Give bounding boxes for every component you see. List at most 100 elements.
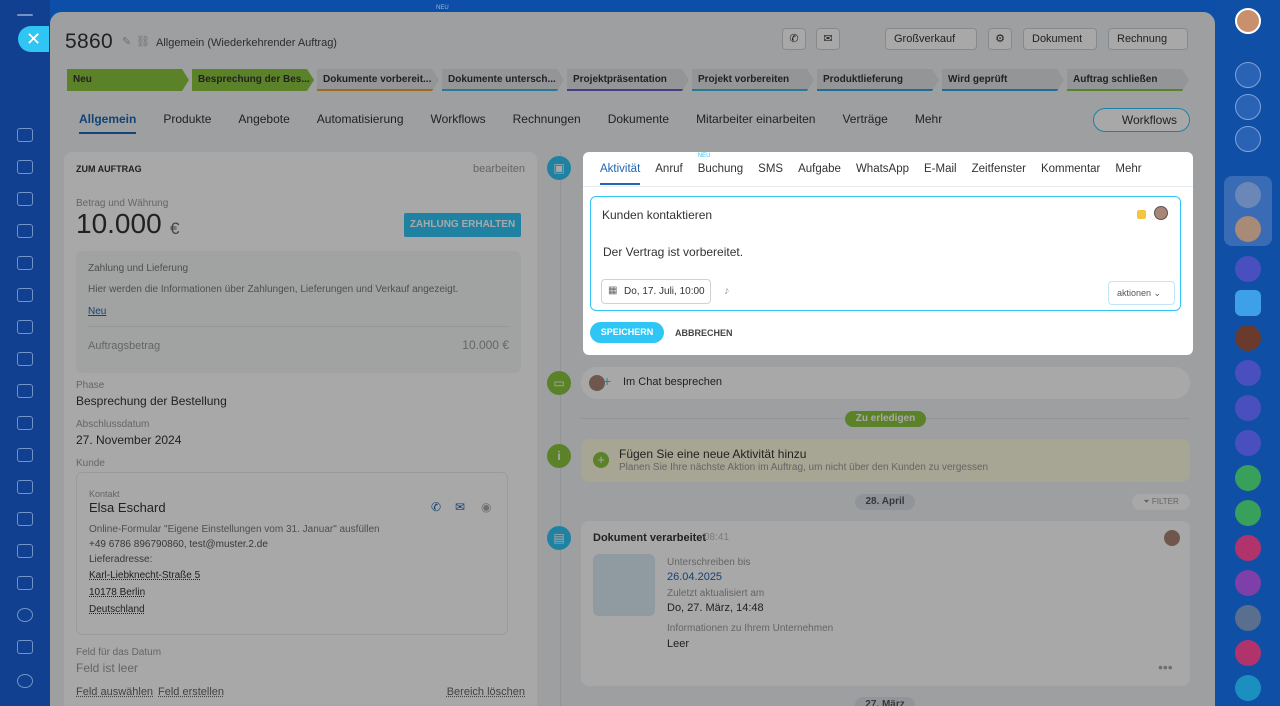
tab-workflows[interactable]: Workflows xyxy=(431,112,486,134)
sidebar-icon-4[interactable] xyxy=(17,224,33,238)
cancel-button[interactable]: ABBRECHEN xyxy=(675,328,733,338)
payment-new-link[interactable]: Neu xyxy=(88,306,106,317)
etab-zeitfenster[interactable]: Zeitfenster xyxy=(972,163,1026,185)
chat-avatar-7[interactable] xyxy=(1235,395,1261,421)
sidebar-icon-11[interactable] xyxy=(17,448,33,462)
responsible-avatar[interactable] xyxy=(1154,206,1168,220)
chat-avatar-3[interactable] xyxy=(1235,256,1261,282)
save-button[interactable]: SPEICHERN xyxy=(590,322,664,343)
sidebar-icon-3[interactable] xyxy=(17,192,33,206)
sidebar-icon-12[interactable] xyxy=(17,480,33,494)
link-icon[interactable]: ⛓ xyxy=(136,35,150,48)
etab-kommentar[interactable]: Kommentar xyxy=(1041,163,1100,185)
tab-automatisierung[interactable]: Automatisierung xyxy=(317,112,404,134)
sidebar-icon-8[interactable] xyxy=(17,352,33,366)
stage-9[interactable]: Auftrag schließen xyxy=(1067,69,1189,91)
user-avatar[interactable] xyxy=(1235,8,1261,34)
mail-icon[interactable]: ✉ xyxy=(816,28,840,50)
edit-pencil-icon[interactable]: ✎ xyxy=(122,35,131,48)
chat-avatar-10[interactable] xyxy=(1235,605,1261,631)
lock-icon-3[interactable] xyxy=(1235,535,1261,561)
add-activity-card[interactable]: + Fügen Sie eine neue Aktivität hinzu Pl… xyxy=(581,439,1190,482)
sidebar-icon-17[interactable] xyxy=(17,640,33,654)
chat-avatar-1[interactable] xyxy=(1235,182,1261,208)
document-preview-icon[interactable] xyxy=(593,554,655,616)
stage-7[interactable]: Produktlieferung xyxy=(817,69,939,91)
activity-icon[interactable] xyxy=(1235,94,1261,120)
stage-6[interactable]: Projekt vorbereiten xyxy=(692,69,814,91)
grossverkauf-button[interactable]: Großverkauf xyxy=(885,28,977,50)
tab-angebote[interactable]: Angebote xyxy=(238,112,289,134)
rechnung-button[interactable]: Rechnung xyxy=(1108,28,1188,50)
menu-icon[interactable] xyxy=(17,14,33,16)
sidebar-icon-5[interactable] xyxy=(17,256,33,270)
pipeline-name[interactable]: Allgemein (Wiederkehrender Auftrag) xyxy=(156,37,337,49)
activity-input-box[interactable]: Kunden kontaktieren Der Vertrag ist vorb… xyxy=(590,196,1181,311)
etab-aktivitaet[interactable]: Aktivität xyxy=(600,163,641,185)
chat-row[interactable]: + Im Chat besprechen xyxy=(581,367,1190,399)
contact-name[interactable]: Elsa Eschard xyxy=(89,500,166,515)
filter-button[interactable]: ⏷ FILTER xyxy=(1132,494,1190,510)
address-city[interactable]: 10178 Berlin xyxy=(89,587,145,598)
contact-phone-icon[interactable]: ✆ xyxy=(431,500,441,514)
add-participant-icon[interactable]: + xyxy=(603,373,611,389)
stage-8[interactable]: Wird geprüft xyxy=(942,69,1064,91)
contact-mail-icon[interactable]: ✉ xyxy=(455,500,465,514)
tab-allgemein[interactable]: Allgemein xyxy=(79,112,137,134)
tab-vertraege[interactable]: Verträge xyxy=(842,112,887,134)
sidebar-icon-2[interactable] xyxy=(17,160,33,174)
stage-2[interactable]: Besprechung der Bes... xyxy=(192,69,314,91)
deadline-picker[interactable]: ▦ Do, 17. Juli, 10:00 xyxy=(601,279,711,304)
sidebar-icon-13[interactable] xyxy=(17,512,33,526)
payment-received-button[interactable]: ZAHLUNG ERHALTEN xyxy=(404,213,521,237)
tab-mehr[interactable]: Mehr xyxy=(915,112,942,134)
more-dots-icon[interactable]: ••• xyxy=(1158,659,1173,675)
actions-dropdown[interactable]: aktionen ⌄ xyxy=(1108,281,1175,305)
lock-icon-1[interactable] xyxy=(1235,465,1261,491)
activity-body-input[interactable]: Der Vertrag ist vorbereitet. xyxy=(603,245,743,259)
select-field-link[interactable]: Feld auswählen xyxy=(76,686,153,698)
sidebar-icon-10[interactable] xyxy=(17,416,33,430)
chat-avatar-6[interactable] xyxy=(1235,360,1261,386)
edit-link[interactable]: bearbeiten xyxy=(473,163,525,175)
activity-title-input[interactable]: Kunden kontaktieren xyxy=(602,208,712,222)
chat-avatar-5[interactable] xyxy=(1235,325,1261,351)
bell-icon[interactable] xyxy=(1235,62,1261,88)
create-field-link[interactable]: Feld erstellen xyxy=(158,686,224,698)
delete-section-link[interactable]: Bereich löschen xyxy=(447,686,525,698)
stage-4[interactable]: Dokumente untersch... xyxy=(442,69,564,91)
lock-icon-2[interactable] xyxy=(1235,500,1261,526)
sidebar-icon-6[interactable] xyxy=(17,288,33,302)
tab-dokumente[interactable]: Dokumente xyxy=(608,112,669,134)
lock-icon-5[interactable] xyxy=(1235,675,1261,701)
chat-avatar-2[interactable] xyxy=(1235,216,1261,242)
stage-3[interactable]: Dokumente vorbereit... xyxy=(317,69,439,91)
etab-anruf[interactable]: Anruf xyxy=(655,163,683,185)
chat-avatar-8[interactable] xyxy=(1235,430,1261,456)
chat-avatar-9[interactable] xyxy=(1235,570,1261,596)
sidebar-icon-9[interactable] xyxy=(17,384,33,398)
sidebar-icon-1[interactable] xyxy=(17,128,33,142)
etab-email[interactable]: E-Mail xyxy=(924,163,957,185)
close-slider-button[interactable]: ✕ xyxy=(18,26,49,52)
tab-produkte[interactable]: Produkte xyxy=(163,112,211,134)
search-icon[interactable] xyxy=(1235,126,1261,152)
workflows-button[interactable]: Workflows xyxy=(1093,108,1190,132)
etab-buchung[interactable]: NEU Buchung xyxy=(698,153,743,185)
tab-rechnungen[interactable]: Rechnungen xyxy=(513,112,581,134)
chat-avatar-4[interactable] xyxy=(1235,290,1261,316)
plus-icon[interactable]: + xyxy=(593,452,609,468)
address-street[interactable]: Karl-Liebknecht-Straße 5 xyxy=(89,570,200,581)
stage-1[interactable]: Neu xyxy=(67,69,189,91)
contact-chat-icon[interactable]: ◉ xyxy=(481,500,491,514)
settings-gear-icon[interactable]: ⚙ xyxy=(988,28,1012,50)
stage-5[interactable]: Projektpräsentation xyxy=(567,69,689,91)
dokument-button[interactable]: Dokument xyxy=(1023,28,1097,50)
etab-whatsapp[interactable]: WhatsApp xyxy=(856,163,909,185)
bell-reminder-icon[interactable]: ♪ xyxy=(724,285,730,297)
address-country[interactable]: Deutschland xyxy=(89,604,145,615)
sidebar-icon-7[interactable] xyxy=(17,320,33,334)
sidebar-icon-15[interactable] xyxy=(17,576,33,590)
etab-aufgabe[interactable]: Aufgabe xyxy=(798,163,841,185)
sign-date[interactable]: 26.04.2025 xyxy=(667,571,722,583)
